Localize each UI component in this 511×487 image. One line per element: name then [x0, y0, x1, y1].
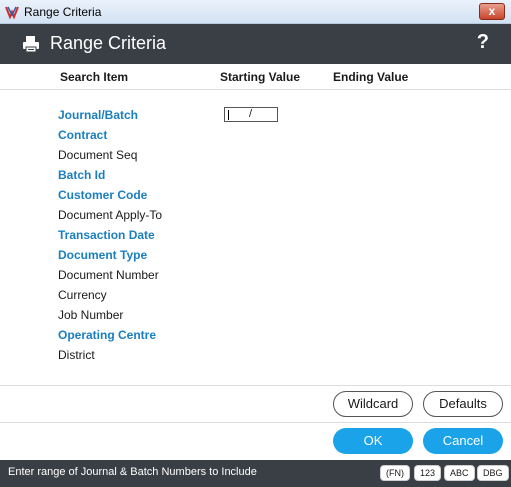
header-divider — [0, 89, 511, 90]
dialog-header: Range Criteria ? — [0, 24, 511, 64]
window-title: Range Criteria — [24, 5, 102, 19]
search-item-list: Journal/Batch Contract Document Seq Batc… — [58, 108, 162, 368]
dialog-title: Range Criteria — [50, 33, 167, 53]
buttons-divider — [0, 385, 511, 386]
search-item[interactable]: Operating Centre — [58, 328, 162, 348]
window-title-bar: Range Criteria x — [0, 0, 511, 24]
journal-batch-separator: / — [249, 108, 253, 120]
search-item[interactable]: Customer Code — [58, 188, 162, 208]
app-logo-icon — [5, 6, 19, 19]
search-item[interactable]: District — [58, 348, 162, 368]
search-item[interactable]: Journal/Batch — [58, 108, 162, 128]
status-bar: Enter range of Journal & Batch Numbers t… — [0, 460, 511, 487]
fn-mode-badge[interactable]: (FN) — [380, 465, 410, 481]
column-header-starting-value: Starting Value — [220, 70, 301, 84]
search-item[interactable]: Document Seq — [58, 148, 162, 168]
alpha-mode-badge[interactable]: ABC — [444, 465, 475, 481]
column-header-search-item: Search Item — [60, 70, 129, 84]
defaults-button[interactable]: Defaults — [423, 391, 503, 417]
debug-mode-badge[interactable]: DBG — [477, 465, 509, 481]
search-item[interactable]: Contract — [58, 128, 162, 148]
cancel-button[interactable]: Cancel — [423, 428, 503, 454]
numeric-mode-badge[interactable]: 123 — [414, 465, 442, 481]
text-caret — [228, 110, 229, 120]
status-message: Enter range of Journal & Batch Numbers t… — [8, 466, 257, 478]
search-item[interactable]: Document Apply-To — [58, 208, 162, 228]
column-header-ending-value: Ending Value — [333, 70, 409, 84]
search-item[interactable]: Transaction Date — [58, 228, 162, 248]
search-item[interactable]: Document Type — [58, 248, 162, 268]
search-item[interactable]: Document Number — [58, 268, 162, 288]
window-close-button[interactable]: x — [479, 3, 505, 20]
printer-icon — [23, 36, 39, 53]
help-button[interactable]: ? — [477, 31, 489, 54]
search-item[interactable]: Job Number — [58, 308, 162, 328]
ok-button[interactable]: OK — [333, 428, 413, 454]
search-item[interactable]: Batch Id — [58, 168, 162, 188]
action-divider — [0, 422, 511, 423]
journal-batch-start-input[interactable]: / — [224, 107, 278, 122]
wildcard-button[interactable]: Wildcard — [333, 391, 413, 417]
search-item[interactable]: Currency — [58, 288, 162, 308]
